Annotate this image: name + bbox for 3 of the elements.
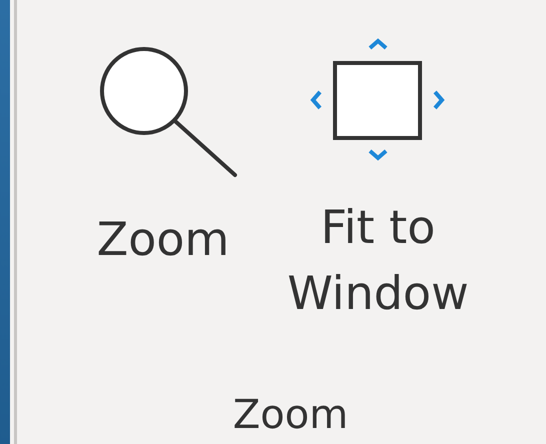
group-label: Zoom <box>232 392 348 438</box>
ribbon-button[interactable]: Fit to Window <box>283 38 473 326</box>
ribbon-button[interactable]: Zoom <box>81 34 245 326</box>
